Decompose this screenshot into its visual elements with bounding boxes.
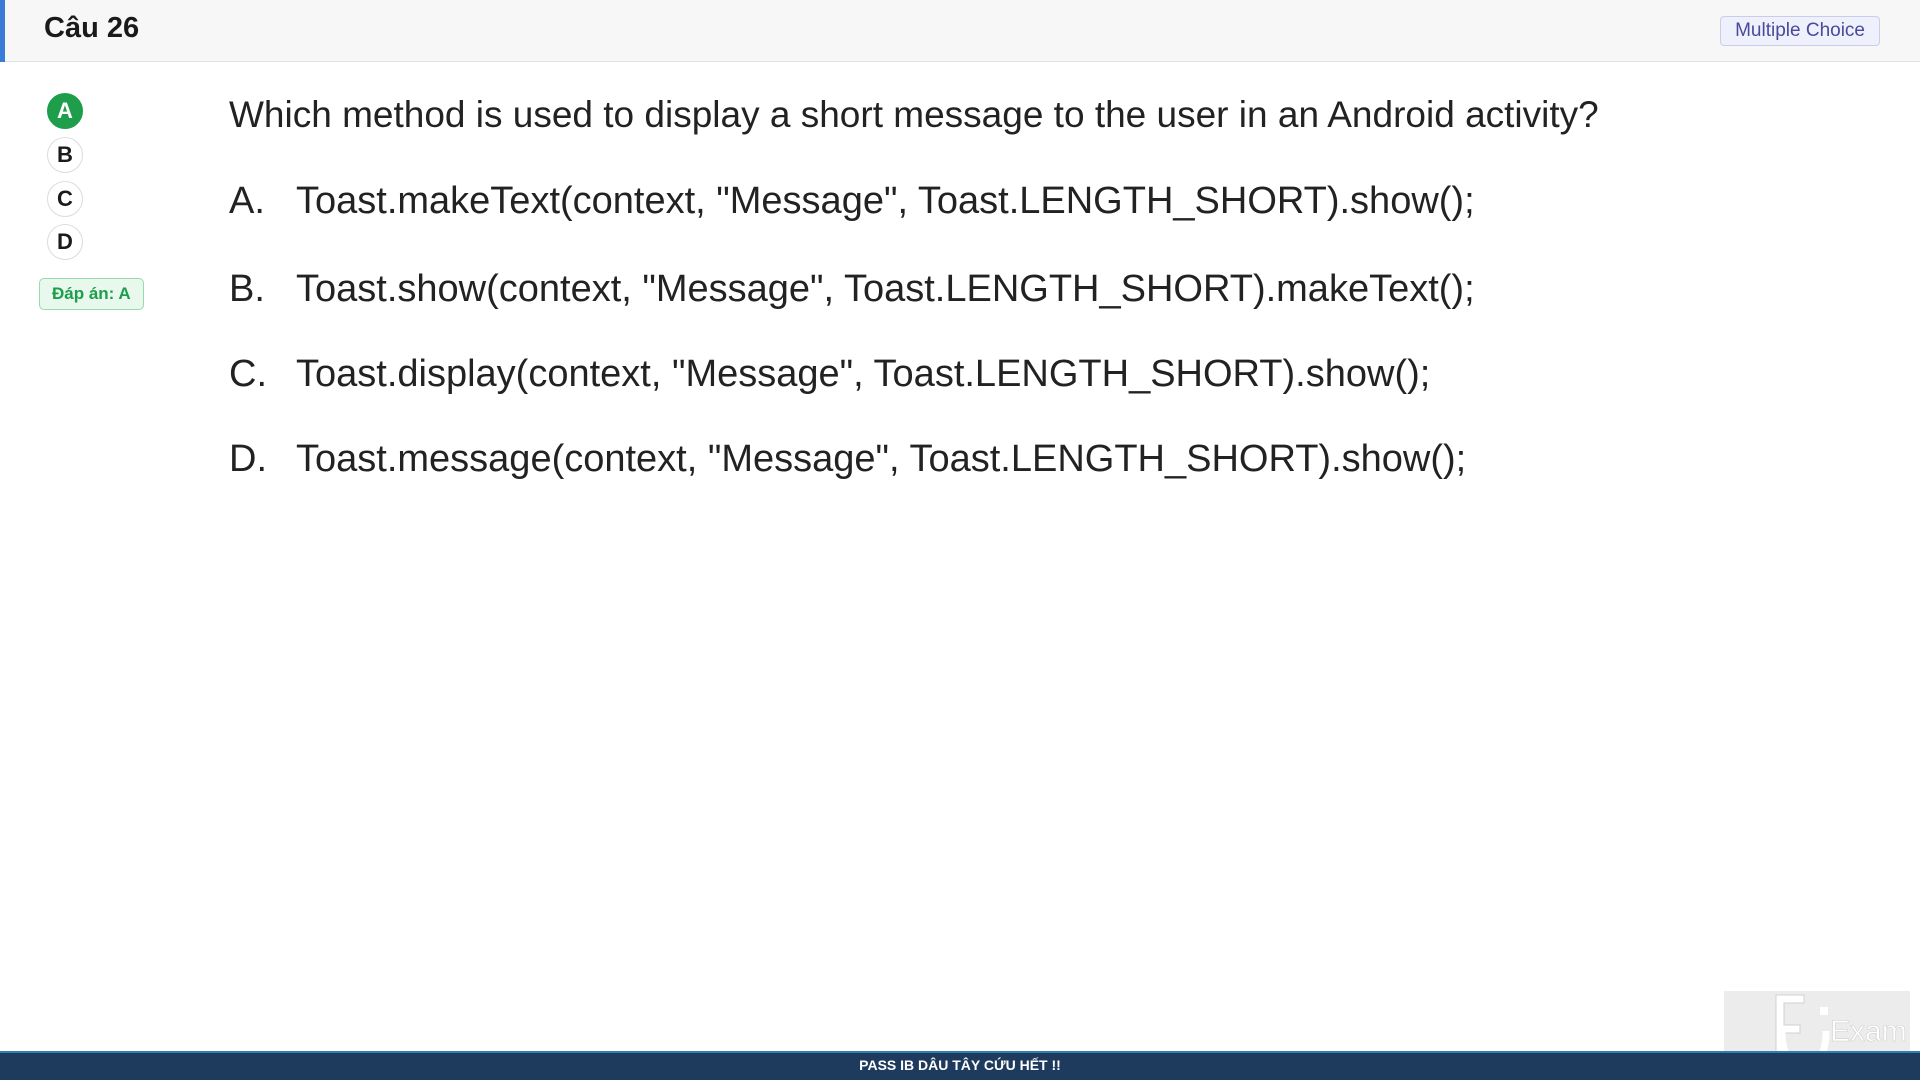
exam-page: Câu 26 Multiple Choice A B C D Đáp án: A… — [0, 0, 1920, 1080]
question-type-badge: Multiple Choice — [1720, 16, 1880, 46]
choice-c-button[interactable]: C — [47, 181, 83, 217]
option-d: D. Toast.message(context, "Message", Toas… — [229, 438, 1466, 481]
option-text: Toast.show(context, "Message", Toast.LEN… — [296, 268, 1475, 310]
choice-b-button[interactable]: B — [47, 137, 83, 173]
option-text: Toast.makeText(context, "Message", Toast… — [296, 180, 1475, 222]
choice-d-button[interactable]: D — [47, 224, 83, 260]
question-header: Câu 26 Multiple Choice — [0, 0, 1920, 62]
footer-banner: PASS IB DÂU TÂY CỨU HẾT !! — [0, 1051, 1920, 1080]
question-stem: Which method is used to display a short … — [229, 94, 1599, 135]
option-letter: A. — [229, 180, 265, 222]
option-letter: D. — [229, 438, 267, 480]
option-letter: B. — [229, 268, 265, 310]
option-a: A. Toast.makeText(context, "Message", Toa… — [229, 180, 1475, 223]
svg-text:Exam: Exam — [1830, 1015, 1907, 1048]
option-text: Toast.display(context, "Message", Toast.… — [296, 353, 1431, 395]
option-text: Toast.message(context, "Message", Toast.… — [296, 438, 1467, 480]
question-number-title: Câu 26 — [44, 12, 140, 44]
option-c: C. Toast.display(context, "Message", Toas… — [229, 353, 1430, 396]
header-accent-bar — [0, 0, 5, 62]
choice-a-button[interactable]: A — [47, 93, 83, 129]
answer-key-badge: Đáp án: A — [39, 278, 144, 310]
option-b: B. Toast.show(context, "Message", Toast.L… — [229, 268, 1475, 311]
option-letter: C. — [229, 353, 267, 395]
